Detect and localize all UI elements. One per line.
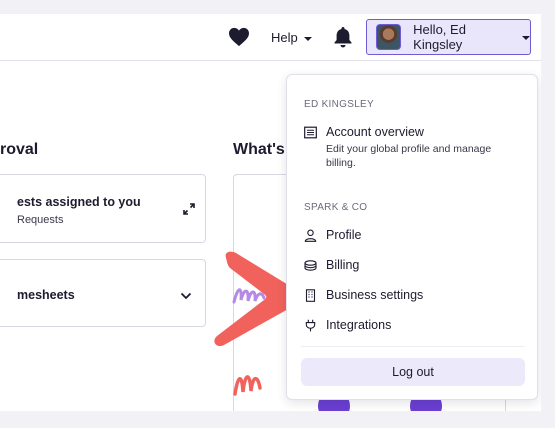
account-dropdown-menu: ED KINGSLEY Account overview Edit your g… bbox=[286, 74, 538, 400]
avatar bbox=[376, 24, 402, 50]
approval-section-title: roval bbox=[0, 141, 39, 158]
building-icon bbox=[305, 289, 316, 302]
expand-icon[interactable] bbox=[183, 203, 195, 215]
whats-new-section-title: What's bbox=[233, 141, 285, 158]
timesheets-card-title: mesheets bbox=[17, 288, 75, 302]
account-overview-label: Account overview bbox=[326, 125, 424, 139]
menu-item-integrations[interactable]: Integrations bbox=[304, 318, 391, 332]
billing-label: Billing bbox=[326, 258, 360, 272]
top-navigation-bar: Help Hello, Ed Kingsley bbox=[0, 14, 541, 61]
profile-label: Profile bbox=[326, 228, 362, 242]
bell-icon[interactable] bbox=[333, 26, 353, 48]
account-overview-description: Edit your global profile and manage bill… bbox=[326, 143, 492, 169]
user-menu-button[interactable]: Hello, Ed Kingsley bbox=[366, 19, 531, 55]
business-settings-label: Business settings bbox=[326, 288, 424, 302]
menu-item-business-settings[interactable]: Business settings bbox=[304, 288, 423, 302]
requests-card[interactable]: ests assigned to you Requests bbox=[0, 174, 206, 243]
menu-item-profile[interactable]: Profile bbox=[304, 228, 361, 242]
logout-button[interactable]: Log out bbox=[301, 358, 525, 386]
plug-icon bbox=[305, 319, 316, 332]
chevron-down-icon[interactable] bbox=[180, 292, 192, 300]
person-icon bbox=[304, 229, 317, 242]
menu-divider bbox=[301, 346, 525, 347]
menu-user-heading: ED KINGSLEY bbox=[304, 99, 374, 110]
timesheets-card[interactable]: mesheets bbox=[0, 259, 206, 327]
menu-org-heading: SPARK & CO bbox=[304, 202, 368, 213]
list-icon bbox=[304, 126, 317, 139]
menu-item-account-overview[interactable]: Account overview Edit your global profil… bbox=[304, 125, 506, 170]
requests-card-subtitle: Requests bbox=[17, 214, 64, 226]
menu-item-billing[interactable]: Billing bbox=[304, 258, 359, 272]
user-greeting: Hello, Ed Kingsley bbox=[413, 22, 466, 52]
coins-icon bbox=[304, 260, 317, 271]
red-scribble-icon bbox=[233, 375, 262, 396]
help-menu-button[interactable]: Help bbox=[271, 30, 312, 45]
integrations-label: Integrations bbox=[326, 318, 392, 332]
help-label: Help bbox=[271, 30, 298, 45]
app-window: Help Hello, Ed Kingsley roval What's est… bbox=[0, 14, 541, 411]
requests-card-title: ests assigned to you bbox=[17, 195, 141, 209]
chevron-down-icon bbox=[522, 36, 530, 40]
heart-icon[interactable] bbox=[228, 27, 250, 47]
chevron-down-icon bbox=[303, 36, 312, 41]
